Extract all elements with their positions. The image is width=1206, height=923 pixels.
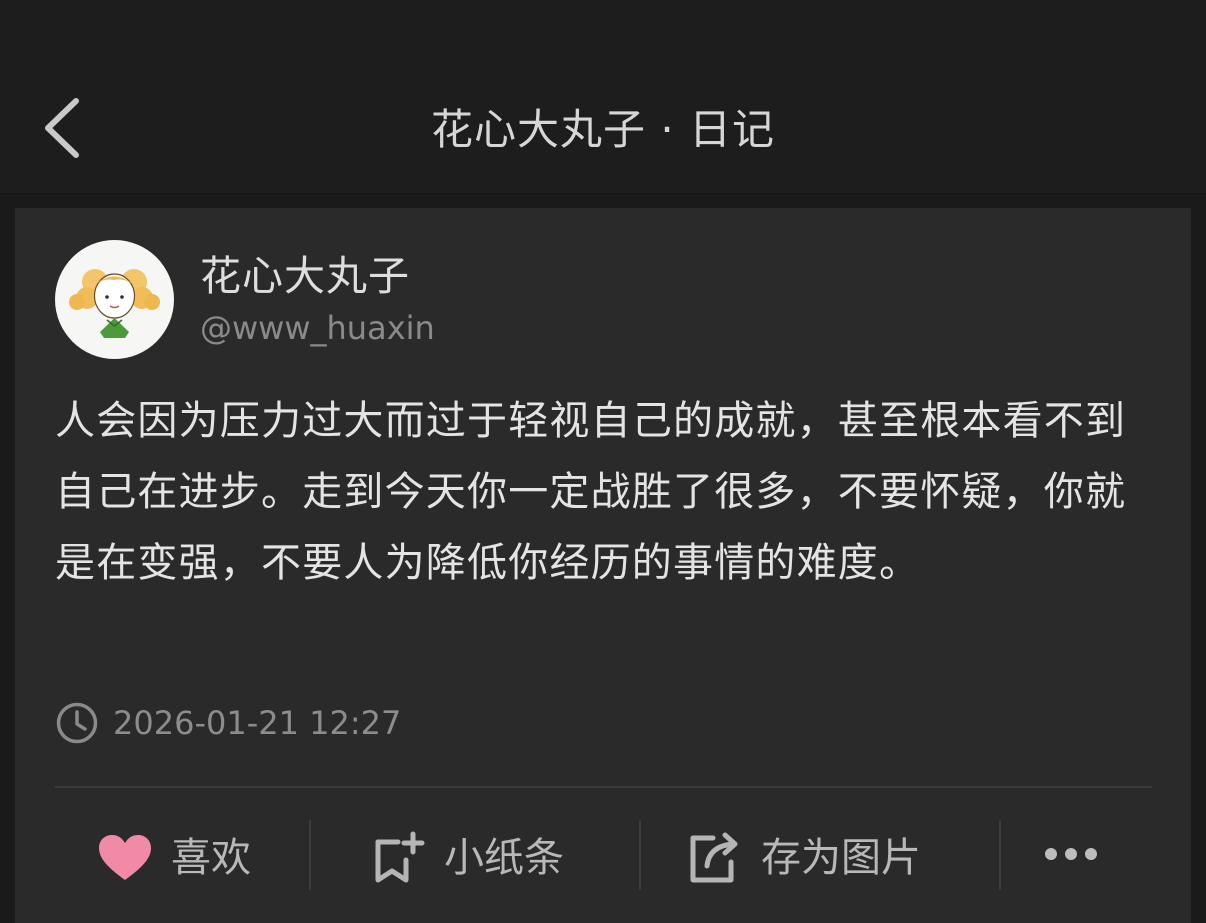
note-plus-icon <box>375 831 425 883</box>
more-button[interactable] <box>1045 848 1097 860</box>
action-bar: 喜欢 小纸条 存为图片 <box>15 808 1191 908</box>
cartoon-girl-avatar <box>69 269 160 338</box>
action-separator <box>999 820 1001 890</box>
more-dots-icon <box>1065 848 1077 860</box>
timestamp: 2026-01-21 12:27 <box>113 704 402 742</box>
like-label: 喜欢 <box>171 835 251 881</box>
author-name[interactable]: 花心大丸子 <box>200 248 410 304</box>
more-dots-icon <box>1085 848 1097 860</box>
avatar[interactable] <box>55 240 174 359</box>
divider <box>55 786 1152 788</box>
clock-icon <box>56 702 98 744</box>
post-content: 人会因为压力过大而过于轻视自己的成就，甚至根本看不到自己在进步。走到今天你一定战… <box>55 398 1127 586</box>
note-button[interactable]: 小纸条 <box>370 826 564 890</box>
save-image-label: 存为图片 <box>761 835 921 881</box>
share-box-icon <box>690 832 738 883</box>
top-bar: 花心大丸子 · 日记 <box>0 0 1206 194</box>
diary-card: 花心大丸子 @www_huaxin 人会因为压力过大而过于轻视自己的成就，甚至根… <box>15 208 1191 923</box>
action-separator <box>309 820 311 890</box>
save-image-button[interactable]: 存为图片 <box>685 826 921 890</box>
timestamp-row: 2026-01-21 12:27 <box>55 700 401 746</box>
heart-icon <box>99 835 151 880</box>
action-separator <box>639 820 641 890</box>
like-button[interactable]: 喜欢 <box>97 826 251 890</box>
more-dots-icon <box>1045 848 1057 860</box>
author-handle: @www_huaxin <box>200 309 435 347</box>
note-label: 小纸条 <box>444 835 564 881</box>
page-title: 花心大丸子 · 日记 <box>430 105 776 154</box>
